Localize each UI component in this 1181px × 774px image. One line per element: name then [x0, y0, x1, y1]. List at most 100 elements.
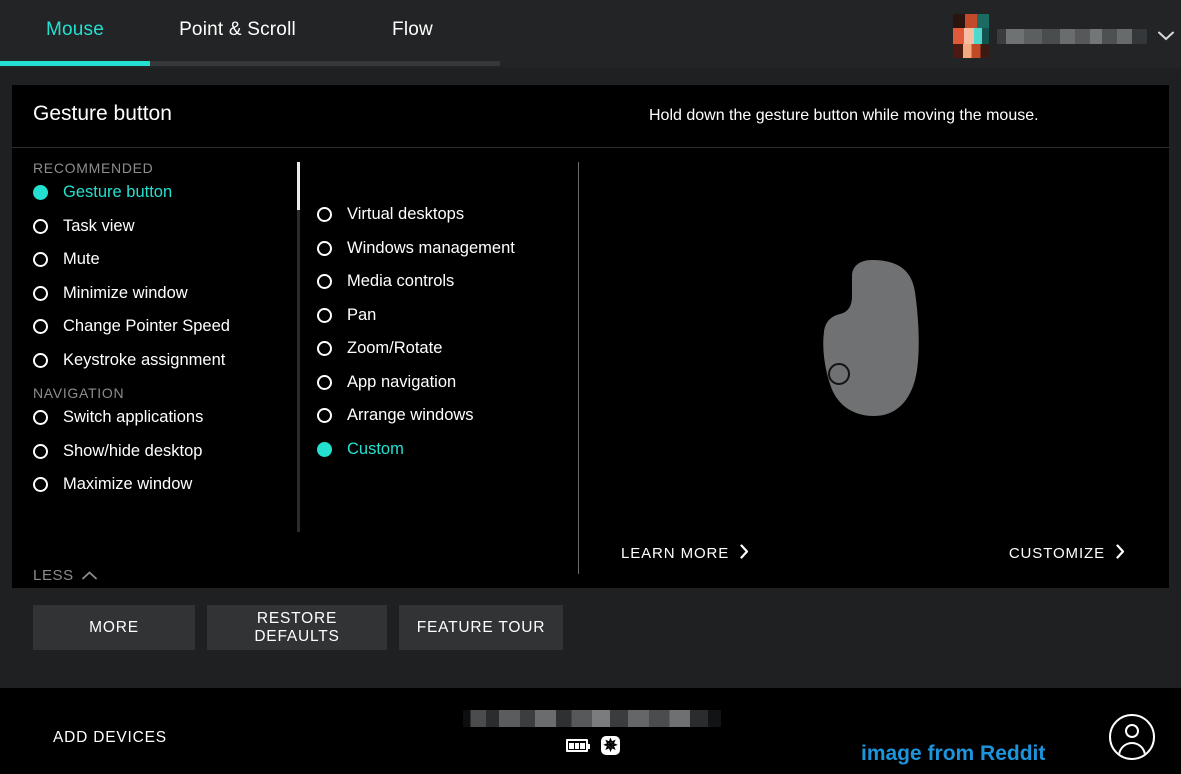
radio-icon: [33, 410, 48, 426]
option-windows-management[interactable]: Windows management: [304, 232, 569, 266]
radio-icon: [33, 477, 48, 493]
sidebar-item-label: Gesture button: [63, 183, 173, 202]
top-tab-bar: Mouse Point & Scroll Flow: [0, 0, 1181, 68]
tab-mouse[interactable]: Mouse: [0, 0, 150, 60]
radio-selected-icon: [317, 441, 332, 457]
option-custom[interactable]: Custom: [304, 433, 569, 467]
sidebar-item-label: Keystroke assignment: [63, 350, 226, 369]
panel-body: RECOMMENDED Gesture button Task view Mut…: [12, 148, 1169, 588]
radio-icon: [33, 443, 48, 459]
sidebar-item-mute[interactable]: Mute: [12, 243, 287, 277]
active-tab-indicator: [0, 61, 150, 66]
account-menu[interactable]: [953, 14, 1175, 58]
avatar-body: [1118, 742, 1146, 758]
option-label: Zoom/Rotate: [347, 339, 443, 358]
sidebar-group-label-recommended: RECOMMENDED: [33, 160, 154, 176]
sidebar-group-label-navigation: NAVIGATION: [33, 385, 125, 401]
chevron-right-icon: [740, 544, 749, 563]
radio-icon: [317, 307, 332, 323]
sidebar-item-show-hide-desktop[interactable]: Show/hide desktop: [12, 435, 287, 469]
active-device-info[interactable]: ✵: [463, 710, 723, 755]
option-label: Pan: [347, 305, 377, 324]
radio-icon: [317, 374, 332, 390]
sidebar-item-change-pointer-speed[interactable]: Change Pointer Speed: [12, 310, 287, 344]
option-label: Custom: [347, 439, 404, 458]
account-avatar-icon[interactable]: [1109, 714, 1155, 760]
gesture-settings-panel: Gesture button Hold down the gesture but…: [12, 85, 1169, 588]
sidebar-item-task-view[interactable]: Task view: [12, 210, 287, 244]
watermark-text: image from Reddit: [861, 742, 1046, 765]
radio-icon: [33, 352, 48, 368]
sidebar-item-maximize-window[interactable]: Maximize window: [12, 468, 287, 502]
bolt-icon: ✵: [601, 736, 620, 755]
sidebar-item-label: Switch applications: [63, 408, 204, 427]
radio-icon: [317, 240, 332, 256]
restore-defaults-button[interactable]: RESTORE DEFAULTS: [207, 605, 387, 650]
radio-icon: [33, 285, 48, 301]
tab-flow[interactable]: Flow: [325, 0, 500, 60]
account-thumbnail: [953, 14, 989, 58]
radio-icon: [317, 207, 332, 223]
panel-header: Gesture button Hold down the gesture but…: [12, 85, 1169, 148]
option-label: Windows management: [347, 238, 515, 257]
more-button[interactable]: MORE: [33, 605, 195, 650]
sidebar-scrollbar-thumb[interactable]: [297, 162, 300, 210]
option-label: Arrange windows: [347, 406, 474, 425]
tab-list: Mouse Point & Scroll Flow: [0, 0, 500, 60]
radio-icon: [33, 319, 48, 335]
option-label: Media controls: [347, 272, 455, 291]
collapse-list-label: LESS: [33, 567, 74, 584]
option-app-navigation[interactable]: App navigation: [304, 366, 569, 400]
radio-icon: [317, 408, 332, 424]
collapse-list-button[interactable]: LESS: [33, 567, 97, 584]
sidebar-item-label: Task view: [63, 216, 135, 235]
sidebar-item-label: Show/hide desktop: [63, 441, 203, 460]
radio-icon: [317, 341, 332, 357]
option-zoom-rotate[interactable]: Zoom/Rotate: [304, 332, 569, 366]
customize-label: CUSTOMIZE: [1008, 545, 1105, 562]
option-virtual-desktops[interactable]: Virtual desktops: [304, 198, 569, 232]
device-status-icons: ✵: [463, 736, 723, 755]
preview-links-row: LEARN MORE CUSTOMIZE: [579, 544, 1169, 568]
sidebar-scrollbar-track[interactable]: [297, 162, 300, 532]
action-sidebar: RECOMMENDED Gesture button Task view Mut…: [12, 148, 287, 588]
battery-icon: [566, 739, 590, 752]
customize-link[interactable]: CUSTOMIZE: [1009, 544, 1125, 563]
panel-hint-text: Hold down the gesture button while movin…: [649, 107, 1039, 124]
mouse-silhouette-icon: [812, 258, 932, 438]
tab-point-and-scroll-label: Point & Scroll: [179, 19, 296, 40]
option-label: Virtual desktops: [347, 205, 465, 224]
sidebar-item-label: Mute: [63, 250, 100, 269]
device-name-redacted: [463, 710, 721, 727]
tab-point-and-scroll[interactable]: Point & Scroll: [150, 0, 325, 60]
gesture-options-list: Virtual desktops Windows management Medi…: [304, 148, 569, 588]
add-devices-button[interactable]: ADD DEVICES: [53, 729, 167, 747]
option-pan[interactable]: Pan: [304, 299, 569, 333]
radio-selected-icon: [33, 185, 48, 201]
tab-flow-label: Flow: [392, 19, 433, 40]
avatar-head: [1125, 724, 1139, 738]
sidebar-item-label: Maximize window: [63, 475, 193, 494]
option-media-controls[interactable]: Media controls: [304, 265, 569, 299]
radio-icon: [317, 274, 332, 290]
learn-more-label: LEARN MORE: [621, 545, 730, 562]
option-arrange-windows[interactable]: Arrange windows: [304, 399, 569, 433]
sidebar-item-switch-applications[interactable]: Switch applications: [12, 401, 287, 435]
account-name-redacted: [997, 28, 1147, 44]
panel-action-buttons: MORE RESTORE DEFAULTS FEATURE TOUR: [33, 605, 563, 650]
radio-icon: [33, 218, 48, 234]
sidebar-item-label: Change Pointer Speed: [63, 317, 230, 336]
page-title: Gesture button: [33, 102, 172, 125]
option-label: App navigation: [347, 372, 457, 391]
device-preview-pane: LEARN MORE CUSTOMIZE: [579, 148, 1169, 588]
sidebar-item-label: Minimize window: [63, 283, 188, 302]
chevron-down-icon[interactable]: [1157, 27, 1175, 45]
radio-icon: [33, 252, 48, 268]
learn-more-link[interactable]: LEARN MORE: [621, 544, 749, 563]
sidebar-item-minimize-window[interactable]: Minimize window: [12, 277, 287, 311]
sidebar-item-gesture-button[interactable]: Gesture button: [12, 176, 287, 210]
chevron-up-icon: [81, 569, 97, 582]
sidebar-item-keystroke-assignment[interactable]: Keystroke assignment: [12, 344, 287, 378]
feature-tour-button[interactable]: FEATURE TOUR: [399, 605, 563, 650]
tab-mouse-label: Mouse: [45, 19, 105, 40]
